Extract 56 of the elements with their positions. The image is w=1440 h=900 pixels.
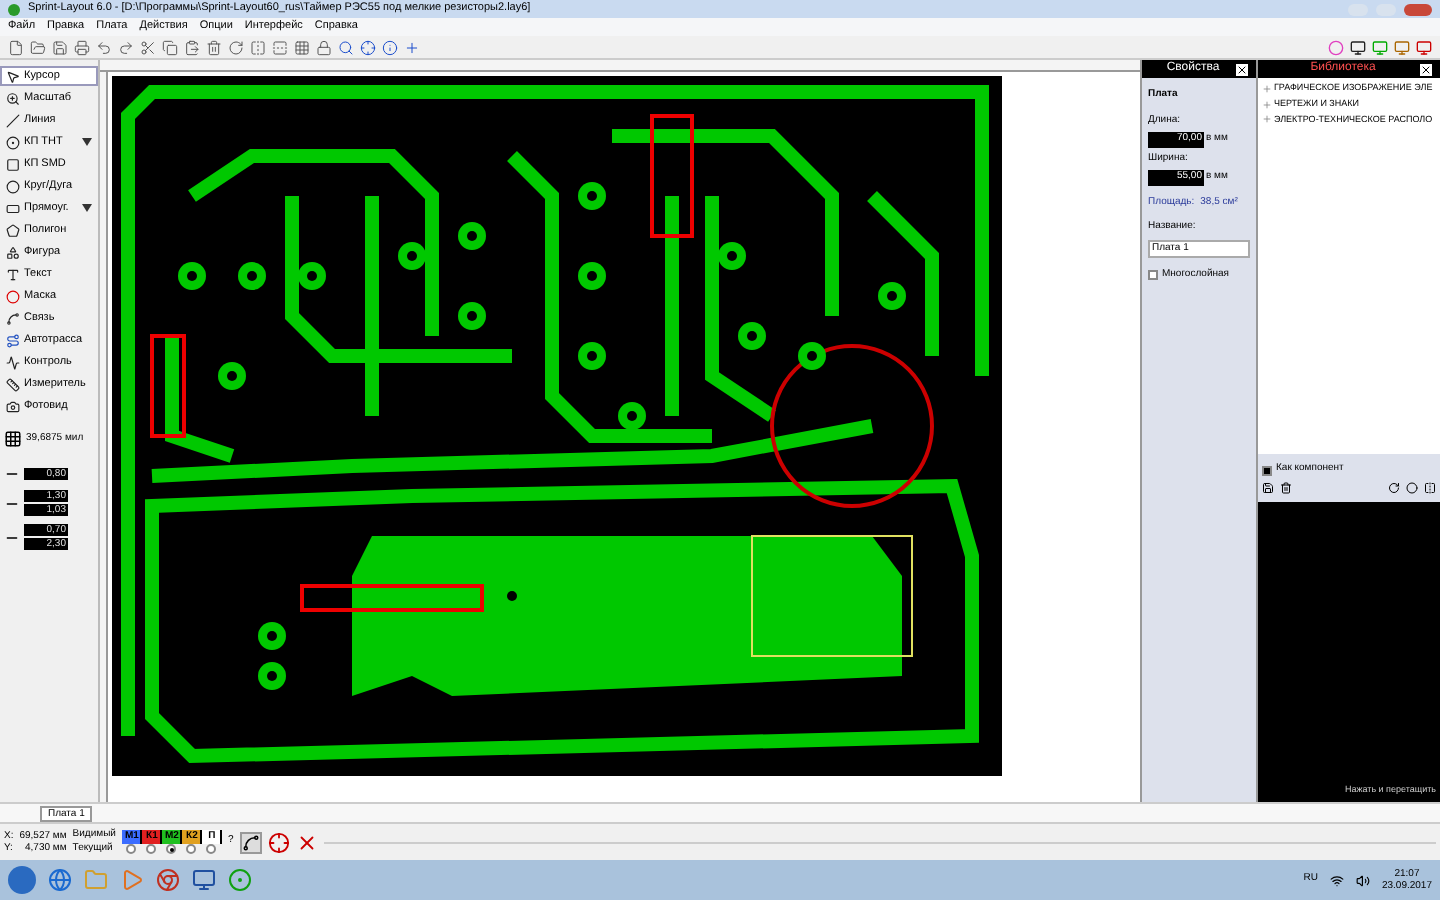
search-icon[interactable] — [338, 39, 354, 55]
circle-icon[interactable] — [1406, 481, 1418, 494]
crosshair-icon[interactable] — [267, 831, 290, 853]
polygon-icon — [6, 223, 20, 237]
layer-icon[interactable] — [1350, 39, 1366, 55]
circle-icon — [6, 179, 20, 193]
speaker-icon[interactable] — [1355, 873, 1370, 887]
plus-icon[interactable] — [404, 39, 420, 55]
as-component-checkbox[interactable] — [1262, 465, 1272, 475]
route-icon — [6, 333, 20, 347]
app-logo-icon — [8, 3, 20, 15]
save-icon[interactable] — [1262, 481, 1274, 494]
shapes-icon — [6, 245, 20, 259]
magnifier-icon — [6, 91, 20, 105]
close-button[interactable] — [1404, 3, 1432, 15]
network-icon[interactable] — [1329, 873, 1344, 887]
text-icon — [6, 267, 20, 281]
cursor-icon — [6, 69, 20, 83]
paste-icon[interactable] — [184, 39, 200, 55]
connection-icon — [6, 311, 20, 325]
close-icon[interactable] — [1420, 63, 1432, 75]
redo-icon[interactable] — [118, 39, 134, 55]
ruler-icon — [6, 377, 20, 391]
mask-icon — [6, 289, 20, 303]
layer-radio[interactable] — [186, 844, 197, 854]
flip-horizontal-icon[interactable] — [1424, 481, 1436, 494]
open-folder-icon[interactable] — [30, 39, 46, 55]
layer-radio[interactable] — [146, 844, 157, 854]
new-file-icon[interactable] — [8, 39, 24, 55]
line-icon — [6, 113, 20, 127]
multilayer-checkbox[interactable] — [1148, 270, 1158, 281]
layer-radio[interactable] — [206, 844, 217, 854]
crossed-out-icon[interactable] — [295, 831, 318, 853]
layer-radio[interactable] — [166, 844, 177, 854]
undo-icon[interactable] — [96, 39, 112, 55]
smd-pad-icon — [6, 157, 20, 171]
cut-icon[interactable] — [140, 39, 156, 55]
delete-icon[interactable] — [1280, 481, 1292, 494]
start-button[interactable] — [8, 866, 36, 894]
browser-icon[interactable] — [156, 868, 180, 892]
info-icon[interactable] — [382, 39, 398, 55]
pulse-icon — [6, 355, 20, 369]
window-icon[interactable] — [192, 868, 216, 892]
rectangle-icon — [6, 201, 20, 215]
rotate-icon[interactable] — [1388, 481, 1400, 494]
printer-icon[interactable] — [74, 39, 90, 55]
track-icon[interactable] — [239, 831, 262, 853]
layer-radio[interactable] — [126, 844, 137, 854]
pad-icon — [6, 135, 20, 149]
grid-icon[interactable] — [4, 430, 22, 448]
crosshair-icon[interactable] — [360, 39, 376, 55]
globe-icon[interactable] — [48, 868, 72, 892]
camera-icon — [6, 399, 20, 413]
lock-icon[interactable] — [316, 39, 332, 55]
copy-icon[interactable] — [162, 39, 178, 55]
close-icon[interactable] — [1236, 63, 1248, 75]
